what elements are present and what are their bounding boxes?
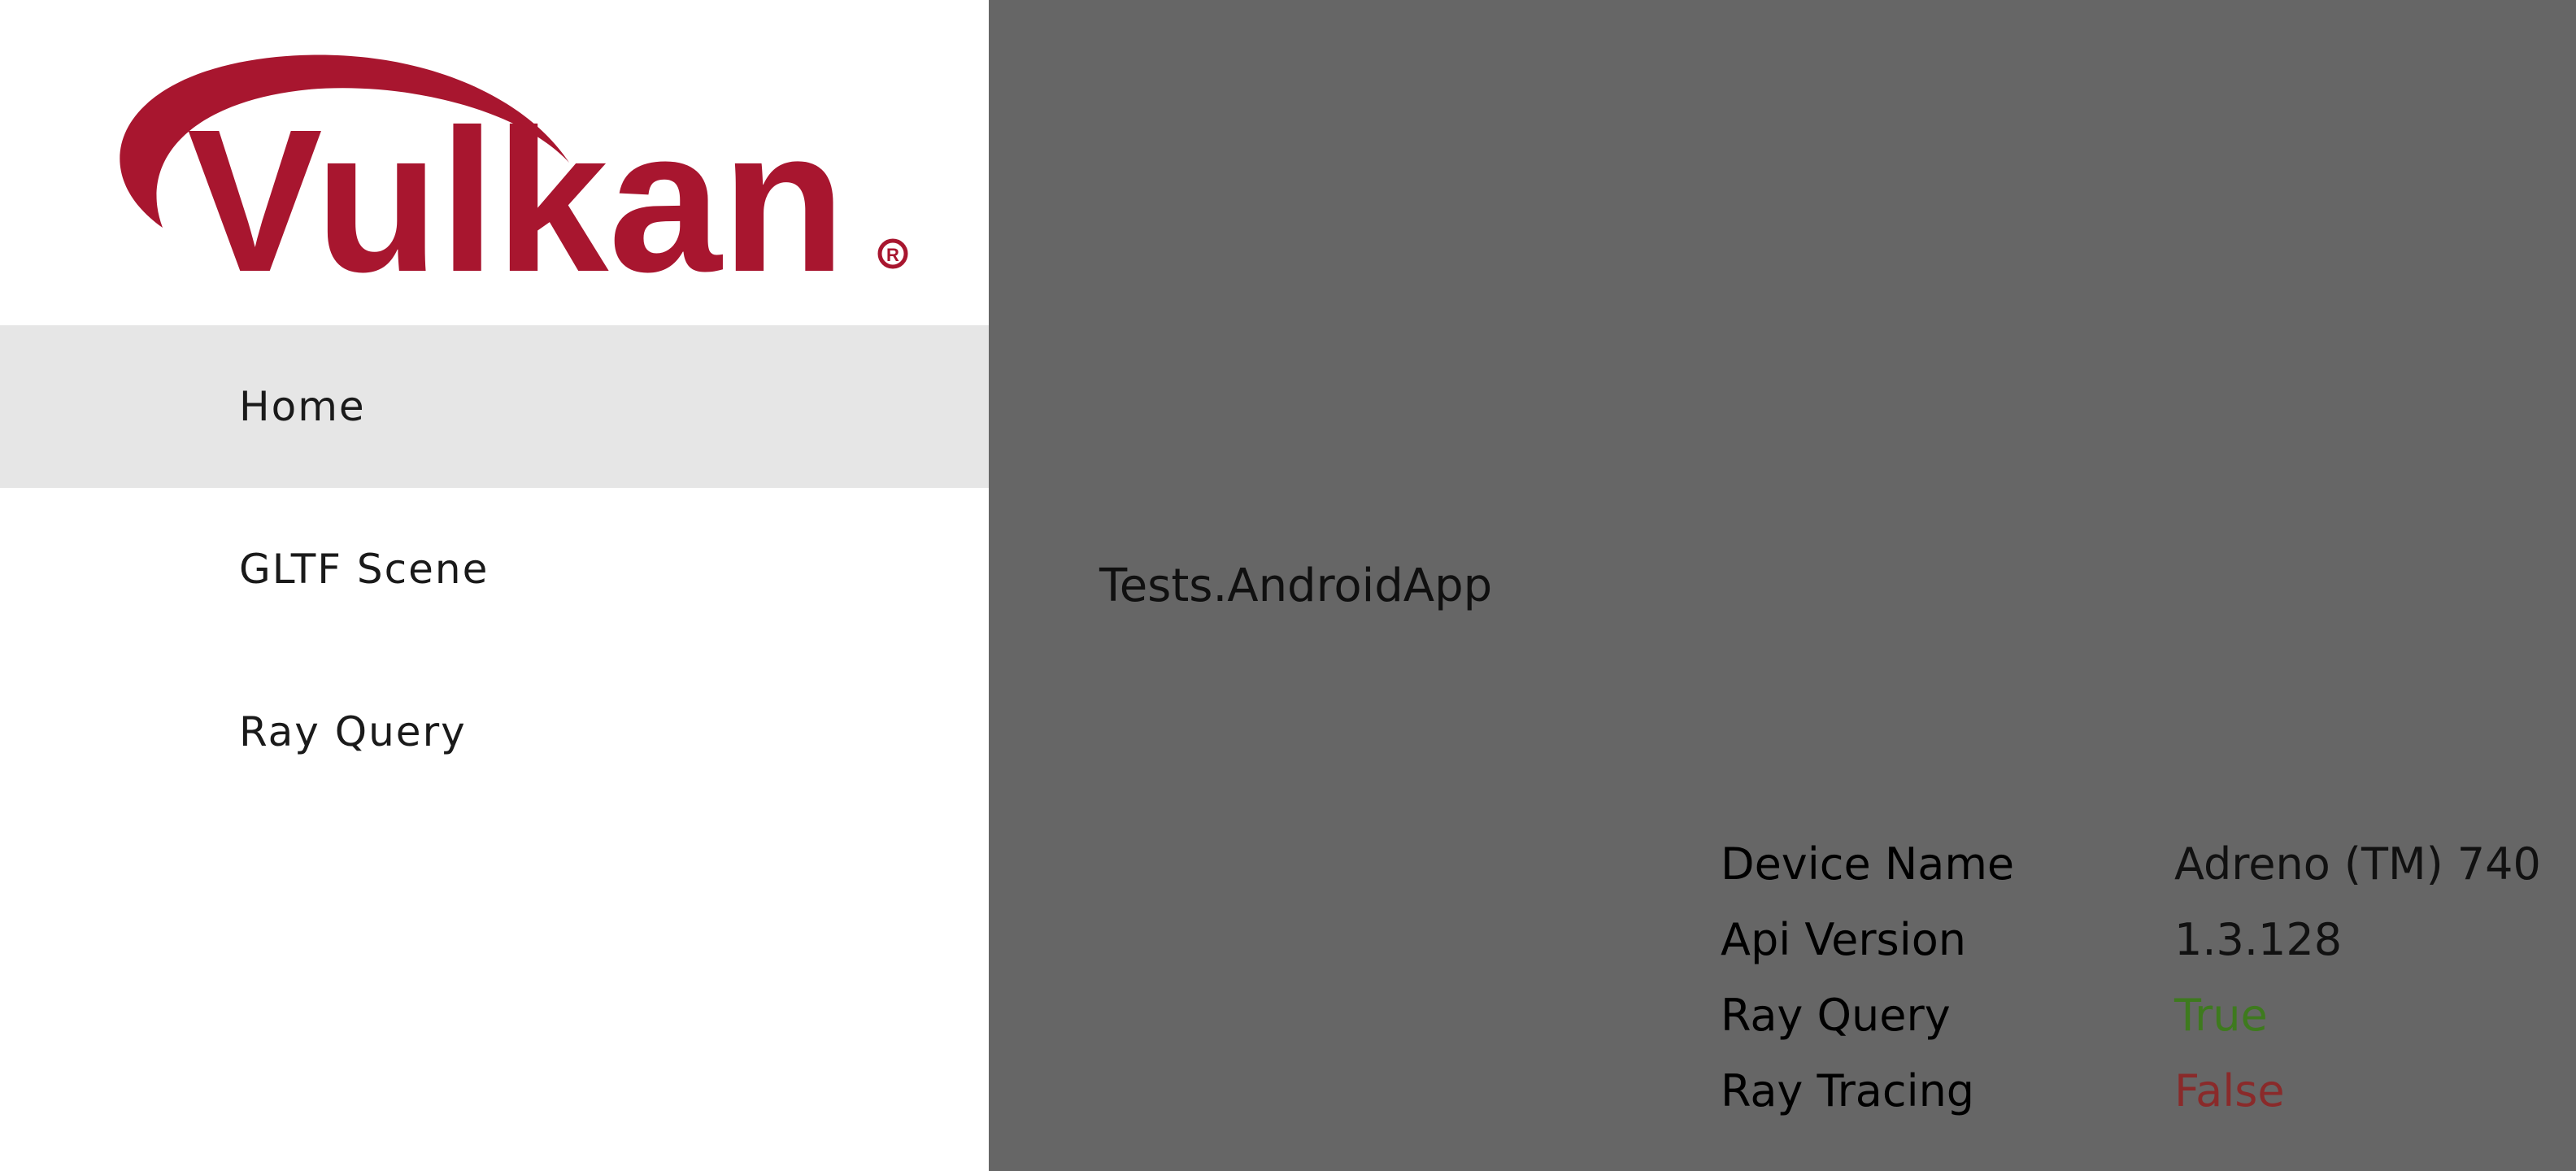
app-window: Vulkan R Home GLTF Scene Ray Query Tests… [0,0,2576,1171]
ray-tracing-value: False [2174,1065,2285,1117]
main-content: Tests.AndroidApp Device Name Adreno (TM)… [989,0,2576,1171]
device-info-table: Device Name Adreno (TM) 740 Api Version … [1721,826,2541,1129]
device-info-row: Device Name Adreno (TM) 740 [1721,826,2541,902]
device-info-row: Ray Tracing False [1721,1053,2541,1129]
device-info-row: Api Version 1.3.128 [1721,902,2541,977]
device-name-value: Adreno (TM) 740 [2174,838,2541,890]
sidebar-item-home[interactable]: Home [0,325,989,488]
sidebar-item-label: GLTF Scene [239,546,490,593]
api-version-key: Api Version [1721,914,1966,965]
device-name-key: Device Name [1721,838,2015,890]
ray-query-value: True [2174,990,2268,1041]
device-info-row: Ray Query True [1721,977,2541,1053]
sidebar-item-label: Home [239,383,366,430]
sidebar-item-label: Ray Query [239,708,467,755]
ray-tracing-key: Ray Tracing [1721,1065,1975,1117]
sidebar-item-gltf-scene[interactable]: GLTF Scene [0,488,989,651]
sidebar-item-ray-query[interactable]: Ray Query [0,651,989,813]
vulkan-logo: Vulkan R [65,41,919,285]
sidebar: Vulkan R Home GLTF Scene Ray Query [0,0,989,1171]
api-version-value: 1.3.128 [2174,914,2343,965]
ray-query-key: Ray Query [1721,990,1951,1041]
nav-menu: Home GLTF Scene Ray Query [0,325,989,813]
app-name-label: Tests.AndroidApp [1099,559,1493,612]
logo-text: Vulkan [187,87,846,285]
svg-text:R: R [886,245,899,265]
